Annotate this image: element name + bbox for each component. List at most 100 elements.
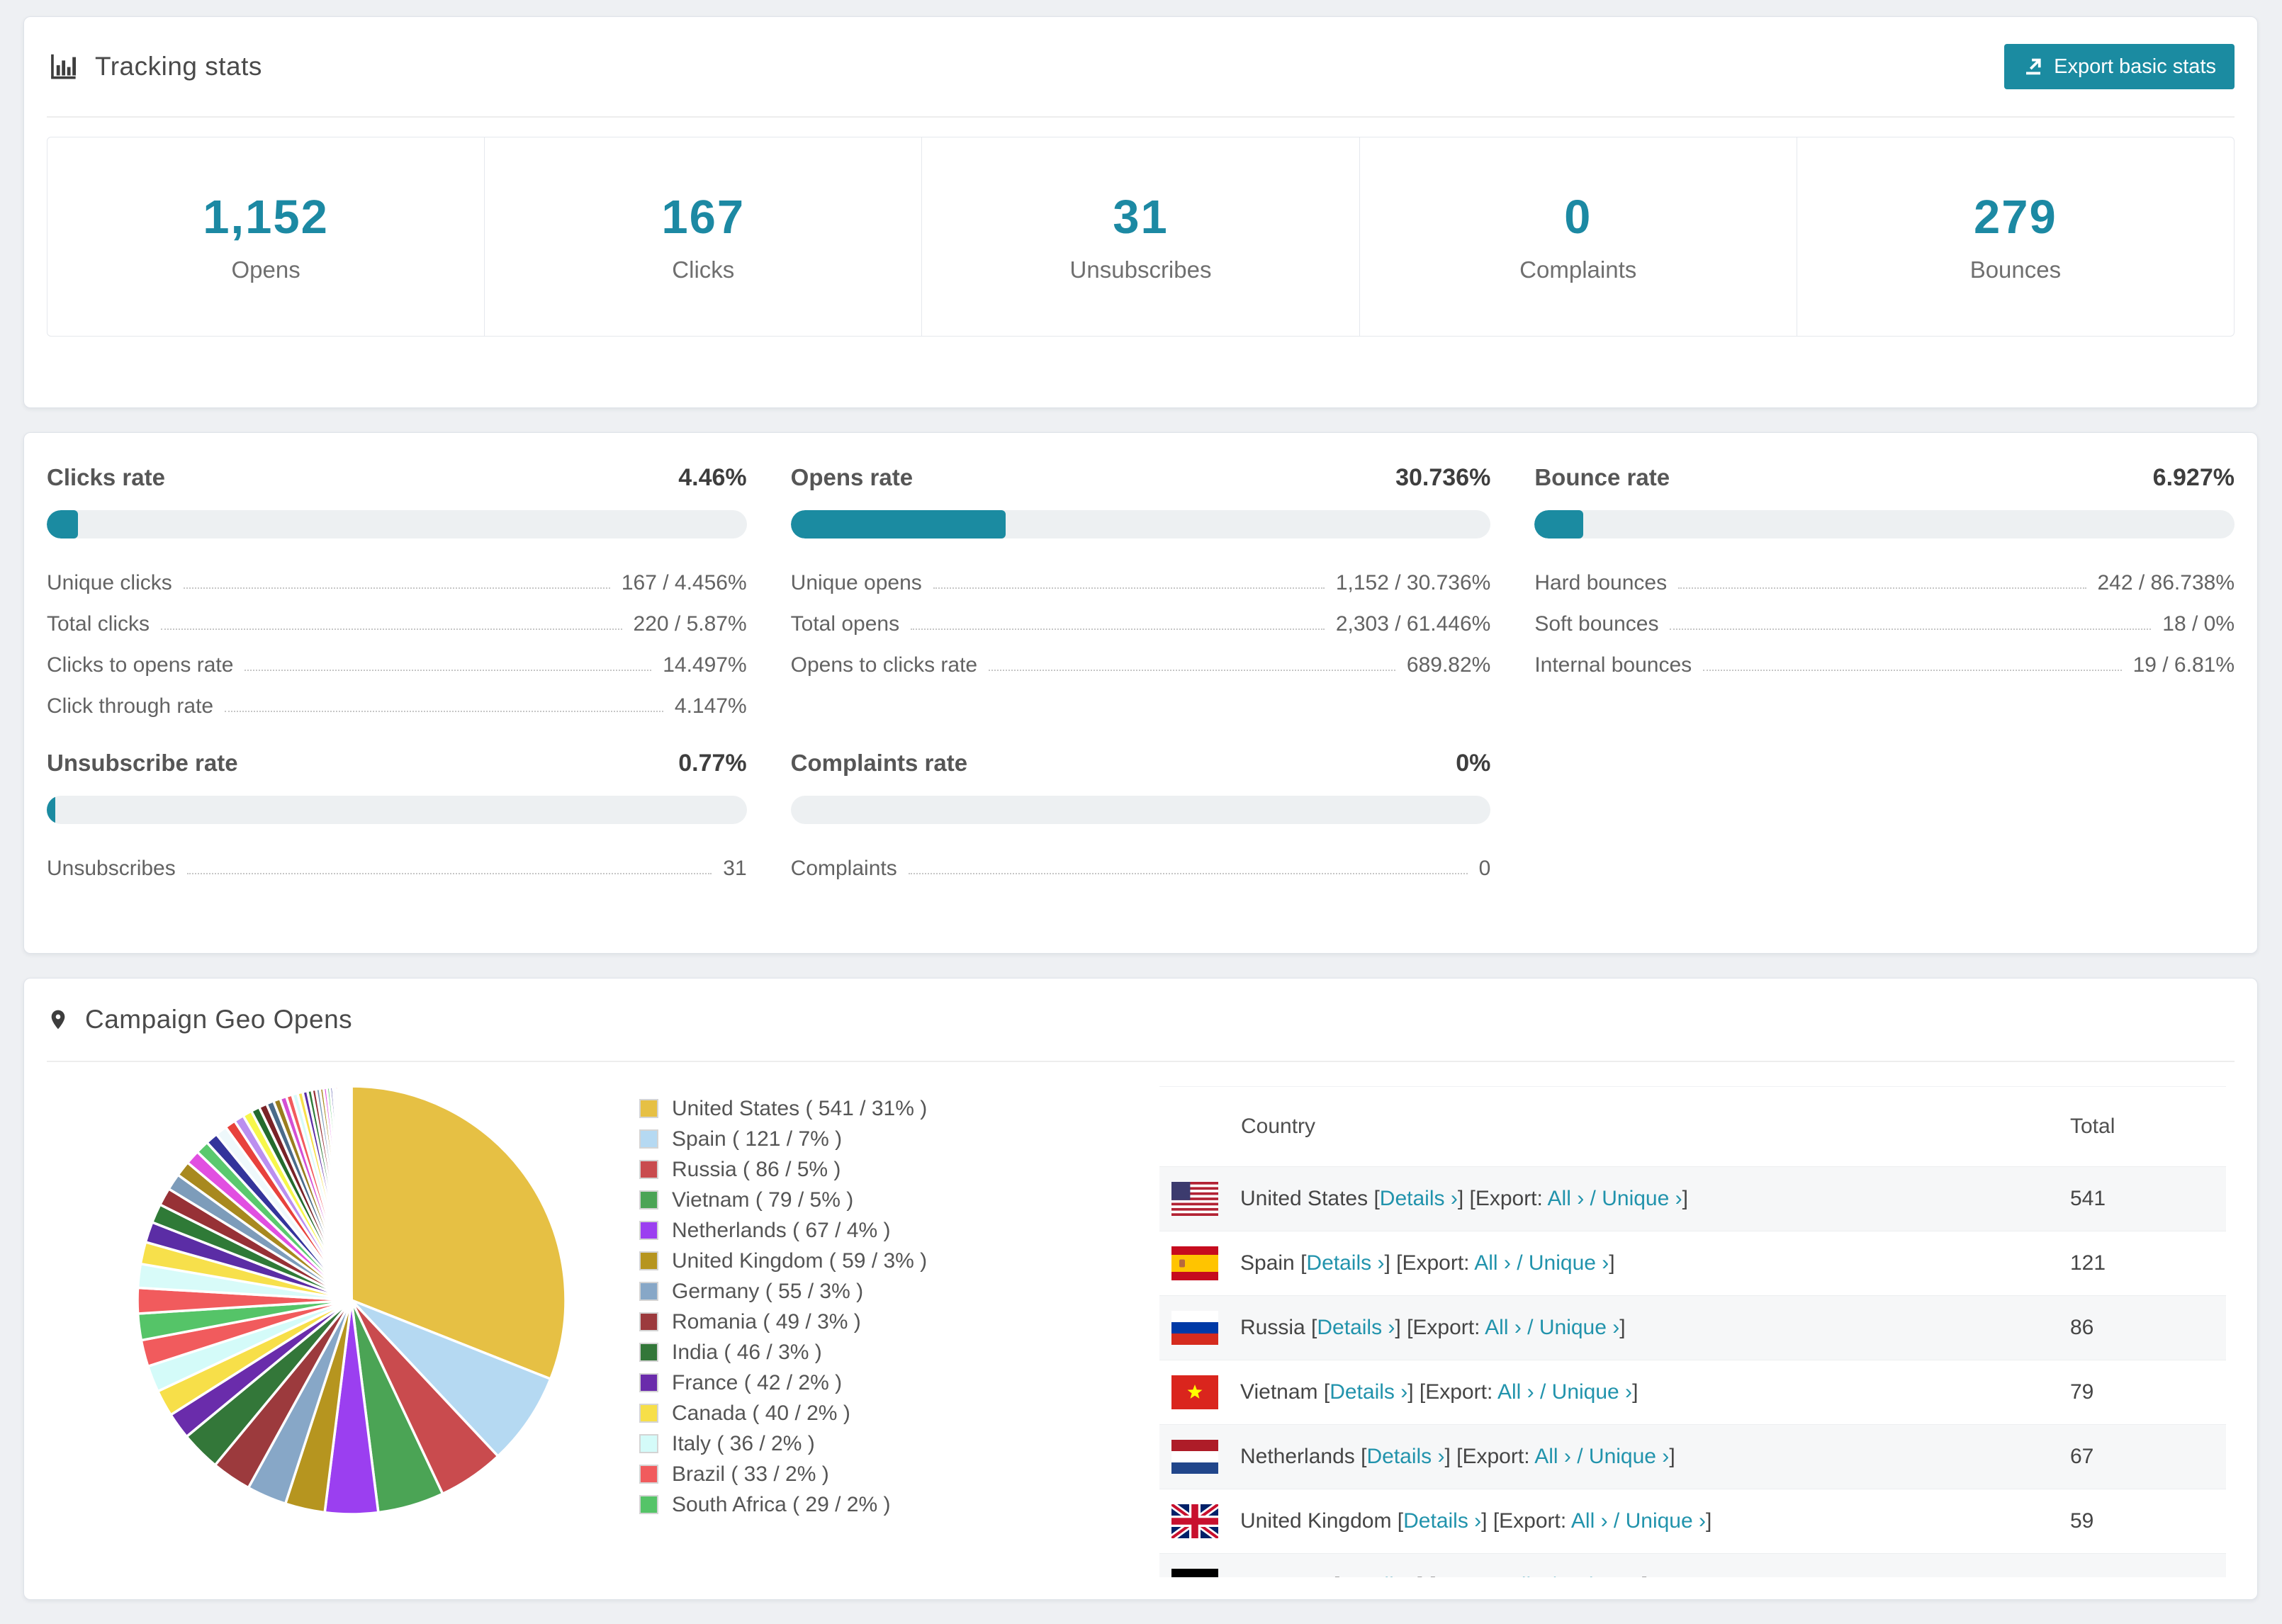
rate-row-hard-bounces: Hard bounces 242 / 86.738% <box>1534 554 2235 595</box>
legend-label: Brazil ( 33 / 2% ) <box>672 1462 829 1486</box>
stat-label-complaints: Complaints <box>1519 256 1637 283</box>
export-unique-link-germany[interactable]: Unique › <box>1562 1574 1642 1577</box>
dotted-leader <box>161 628 622 630</box>
legend-item-spain: Spain ( 121 / 7% ) <box>639 1124 927 1154</box>
legend-swatch <box>639 1495 658 1514</box>
rate-row-value-total-opens: 2,303 / 61.446% <box>1335 612 1491 636</box>
stat-cell-unsubscribes: 31 Unsubscribes <box>921 137 1359 336</box>
details-link-spain[interactable]: Details › <box>1306 1251 1384 1275</box>
export-unique-link-russia[interactable]: Unique › <box>1539 1316 1619 1339</box>
legend-item-vietnam: Vietnam ( 79 / 5% ) <box>639 1185 927 1215</box>
export-all-link-netherlands[interactable]: All › <box>1534 1445 1571 1468</box>
details-link-vietnam[interactable]: Details › <box>1330 1380 1407 1404</box>
rate-label-complaints: Complaints <box>790 857 897 880</box>
header-divider <box>47 116 2235 118</box>
legend-item-romania: Romania ( 49 / 3% ) <box>639 1307 927 1337</box>
rate-label-unique-opens: Unique opens <box>790 571 922 594</box>
rate-title-unsubscribe-rate: Unsubscribe rate <box>47 750 238 776</box>
stat-value-opens: 1,152 <box>203 191 329 244</box>
link-separator: / <box>1521 1316 1539 1339</box>
legend-label: South Africa ( 29 / 2% ) <box>672 1492 891 1516</box>
rate-label-opens-to-clicks-rate: Opens to clicks rate <box>790 653 978 677</box>
geo-title: Campaign Geo Opens <box>47 1004 352 1035</box>
rate-row-value-soft-bounces: 18 / 0% <box>2162 612 2235 636</box>
rate-head-bounce-rate: Bounce rate 6.927% <box>1534 464 2235 492</box>
link-separator: / <box>1607 1509 1626 1533</box>
link-separator: / <box>1544 1574 1562 1577</box>
export-all-link-spain[interactable]: All › <box>1474 1251 1511 1275</box>
export-unique-link-spain[interactable]: Unique › <box>1529 1251 1609 1275</box>
legend-swatch <box>639 1343 658 1362</box>
legend-label: France ( 42 / 2% ) <box>672 1370 843 1394</box>
export-all-link-united-states[interactable]: All › <box>1548 1187 1585 1210</box>
rate-row-value-unique-opens: 1,152 / 30.736% <box>1335 571 1491 594</box>
export-unique-link-united-states[interactable]: Unique › <box>1602 1187 1682 1210</box>
stat-label-bounces: Bounces <box>1969 256 2062 283</box>
stat-cell-bounces: 279 Bounces <box>1796 137 2234 336</box>
legend-label: Canada ( 40 / 2% ) <box>672 1401 850 1425</box>
dotted-leader <box>244 670 652 671</box>
legend-item-india: India ( 46 / 3% ) <box>639 1337 927 1368</box>
link-separator: / <box>1584 1187 1602 1210</box>
dotted-leader <box>989 670 1395 671</box>
dotted-leader <box>908 873 1468 874</box>
geo-table-row-united-kingdom: United Kingdom [Details ›] [Export: All … <box>1159 1489 2226 1553</box>
rate-row-unsubscribes: Unsubscribes 31 <box>47 840 747 881</box>
geo-row-text: Spain [Details ›] [Export: All › / Uniqu… <box>1240 1251 1615 1275</box>
export-all-link-united-kingdom[interactable]: All › <box>1571 1509 1608 1533</box>
rate-block-opens-rate: Opens rate 30.736% Unique opens 1,152 / 30.… <box>790 464 1491 718</box>
rate-value-clicks-rate: 4.46% <box>678 464 747 491</box>
progress-fill-opens-rate <box>790 510 1006 538</box>
bracket: ] <box>1642 1574 1648 1577</box>
export-unique-link-united-kingdom[interactable]: Unique › <box>1626 1509 1706 1533</box>
country-column-header: Country <box>1241 1115 1316 1138</box>
legend-item-france: France ( 42 / 2% ) <box>639 1368 927 1398</box>
legend-label: Romania ( 49 / 3% ) <box>672 1309 861 1333</box>
map-pin-icon <box>47 1004 69 1035</box>
stat-cell-clicks: 167 Clicks <box>484 137 921 336</box>
bracket: ] [Export: <box>1384 1251 1475 1275</box>
link-separator: / <box>1510 1251 1529 1275</box>
bracket: [ <box>1397 1509 1404 1533</box>
legend-swatch <box>639 1099 658 1118</box>
rate-row-value-unsubscribes: 31 <box>723 857 747 880</box>
rate-head-complaints-rate: Complaints rate 0% <box>791 750 1491 777</box>
rate-value-bounce-rate: 6.927% <box>2152 464 2235 491</box>
legend-label: Germany ( 55 / 3% ) <box>672 1279 864 1303</box>
rate-label-hard-bounces: Hard bounces <box>1534 571 1668 594</box>
rate-rows-opens-rate: Unique opens 1,152 / 30.736% Total opens 2,… <box>791 554 1491 677</box>
legend-swatch <box>639 1221 658 1240</box>
geo-table-row-vietnam: Vietnam [Details ›] [Export: All › / Uni… <box>1159 1360 2226 1424</box>
details-link-germany[interactable]: Details › <box>1339 1574 1417 1577</box>
export-unique-link-netherlands[interactable]: Unique › <box>1589 1445 1669 1468</box>
export-unique-link-vietnam[interactable]: Unique › <box>1552 1380 1632 1404</box>
country-name: Germany <box>1240 1574 1334 1577</box>
rate-value-unsubscribe-rate: 0.77% <box>678 750 747 777</box>
export-all-link-germany[interactable]: All › <box>1507 1574 1544 1577</box>
rate-rows-unsubscribe-rate: Unsubscribes 31 <box>47 840 747 881</box>
pie-slice-53[interactable] <box>349 1085 353 1302</box>
total-value-united-kingdom: 59 <box>2070 1509 2094 1533</box>
export-all-link-russia[interactable]: All › <box>1485 1316 1522 1339</box>
export-basic-stats-button[interactable]: Export basic stats <box>2004 44 2235 89</box>
progress-fill-clicks-rate <box>47 510 79 538</box>
bracket: ] <box>1632 1380 1639 1404</box>
rate-row-unique-opens: Unique opens 1,152 / 30.736% <box>791 554 1491 595</box>
details-link-united-kingdom[interactable]: Details › <box>1403 1509 1481 1533</box>
rate-row-value-total-clicks: 220 / 5.87% <box>633 612 747 636</box>
legend-swatch <box>639 1404 658 1423</box>
export-all-link-vietnam[interactable]: All › <box>1497 1380 1534 1404</box>
rate-row-value-complaints: 0 <box>1478 857 1491 880</box>
details-link-netherlands[interactable]: Details › <box>1366 1445 1444 1468</box>
country-name: Russia <box>1240 1316 1312 1339</box>
tracking-stats-title-text: Tracking stats <box>95 52 262 81</box>
dotted-leader <box>1678 587 2086 589</box>
details-link-russia[interactable]: Details › <box>1317 1316 1395 1339</box>
rate-label-unique-clicks: Unique clicks <box>47 571 172 594</box>
geo-body: United States ( 541 / 31% ) Spain ( 121 /… <box>24 1062 2257 1599</box>
legend-swatch <box>639 1373 658 1392</box>
total-value-vietnam: 79 <box>2070 1380 2094 1404</box>
dotted-leader <box>1703 670 2122 671</box>
geo-row-text: Netherlands [Details ›] [Export: All › /… <box>1240 1445 1675 1469</box>
details-link-united-states[interactable]: Details › <box>1380 1187 1458 1210</box>
